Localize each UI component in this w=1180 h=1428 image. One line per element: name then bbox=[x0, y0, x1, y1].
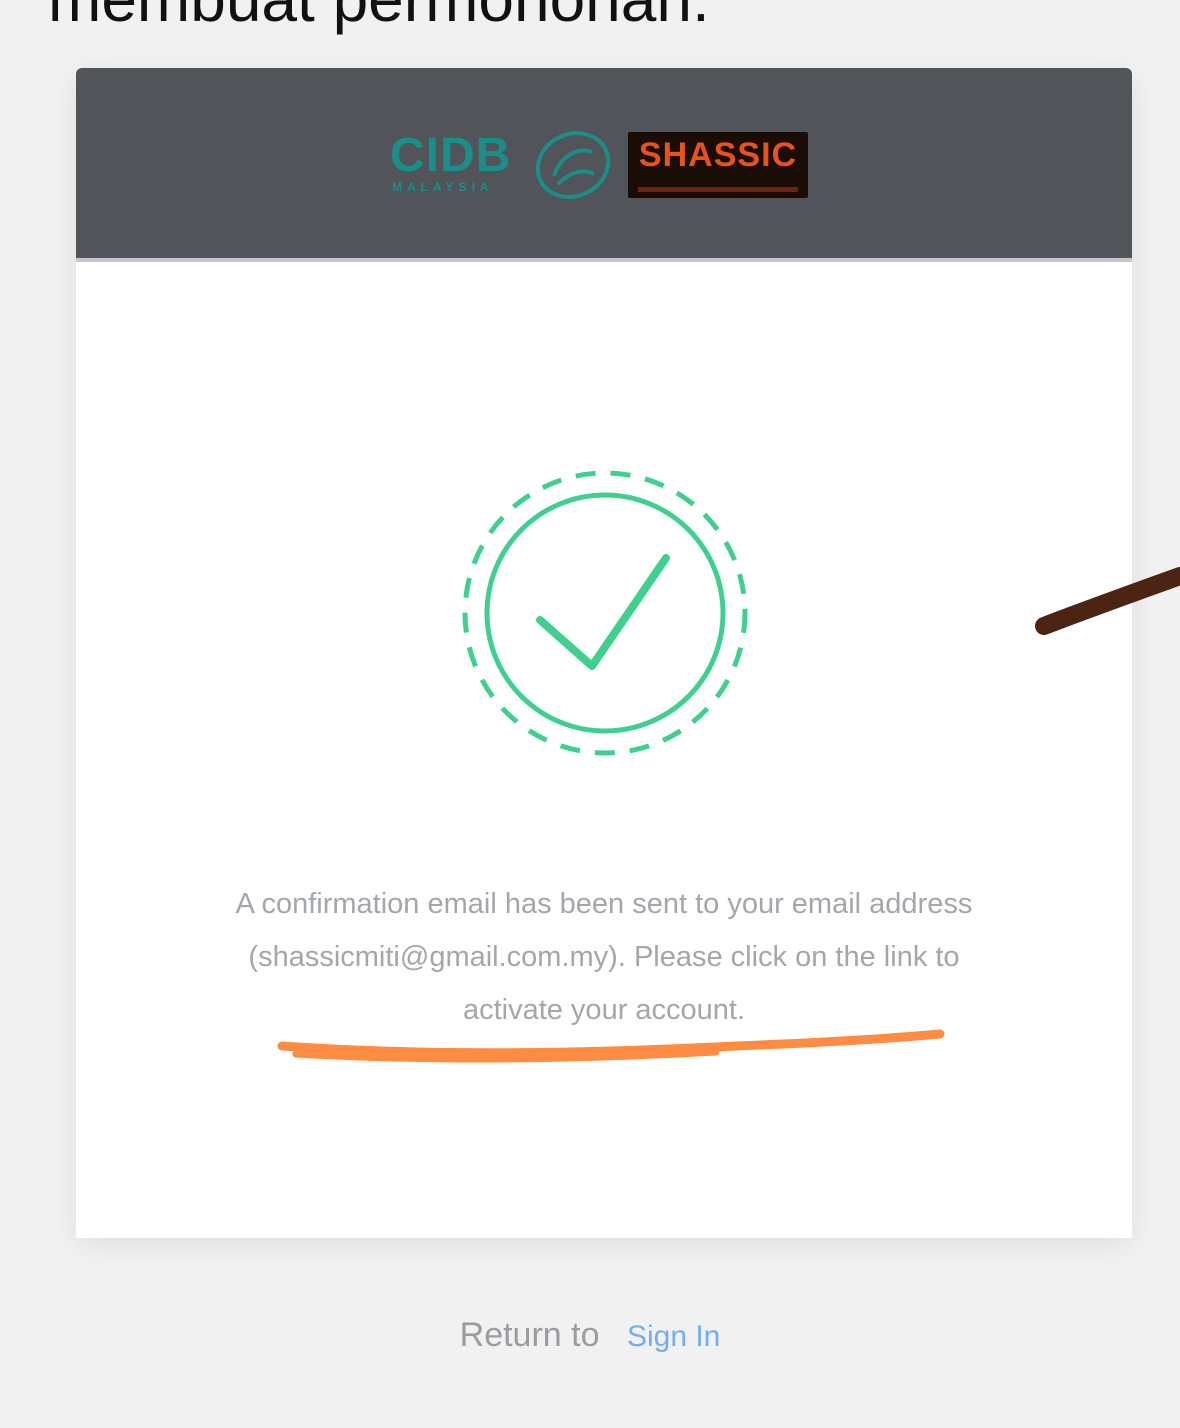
shassic-logo-bar bbox=[638, 187, 798, 192]
return-to-text: Return to bbox=[459, 1316, 600, 1354]
shassic-logo-text: SHASSIC bbox=[638, 136, 798, 174]
cidb-logo: CIDB MALAYSIA bbox=[390, 128, 622, 206]
footer: Return to Sign In bbox=[0, 1316, 1180, 1355]
cidb-logo-text: CIDB bbox=[390, 129, 512, 182]
check-circle-icon bbox=[462, 470, 748, 756]
confirmation-message: A confirmation email has been sent to yo… bbox=[235, 888, 973, 1026]
shassic-logo: SHASSIC bbox=[628, 132, 808, 198]
cidb-swirl-icon bbox=[535, 131, 611, 199]
page-heading: membuat permohonan. bbox=[48, 0, 710, 36]
highlight-underline-icon bbox=[277, 1029, 945, 1063]
confirmation-card: CIDB MALAYSIA SHASSIC A confirmation ema… bbox=[76, 68, 1132, 1238]
sign-in-link[interactable]: Sign In bbox=[627, 1320, 720, 1353]
pen-annotation-icon bbox=[1035, 567, 1180, 635]
cidb-logo-subtext: MALAYSIA bbox=[392, 180, 494, 194]
card-header: CIDB MALAYSIA SHASSIC bbox=[76, 68, 1132, 262]
